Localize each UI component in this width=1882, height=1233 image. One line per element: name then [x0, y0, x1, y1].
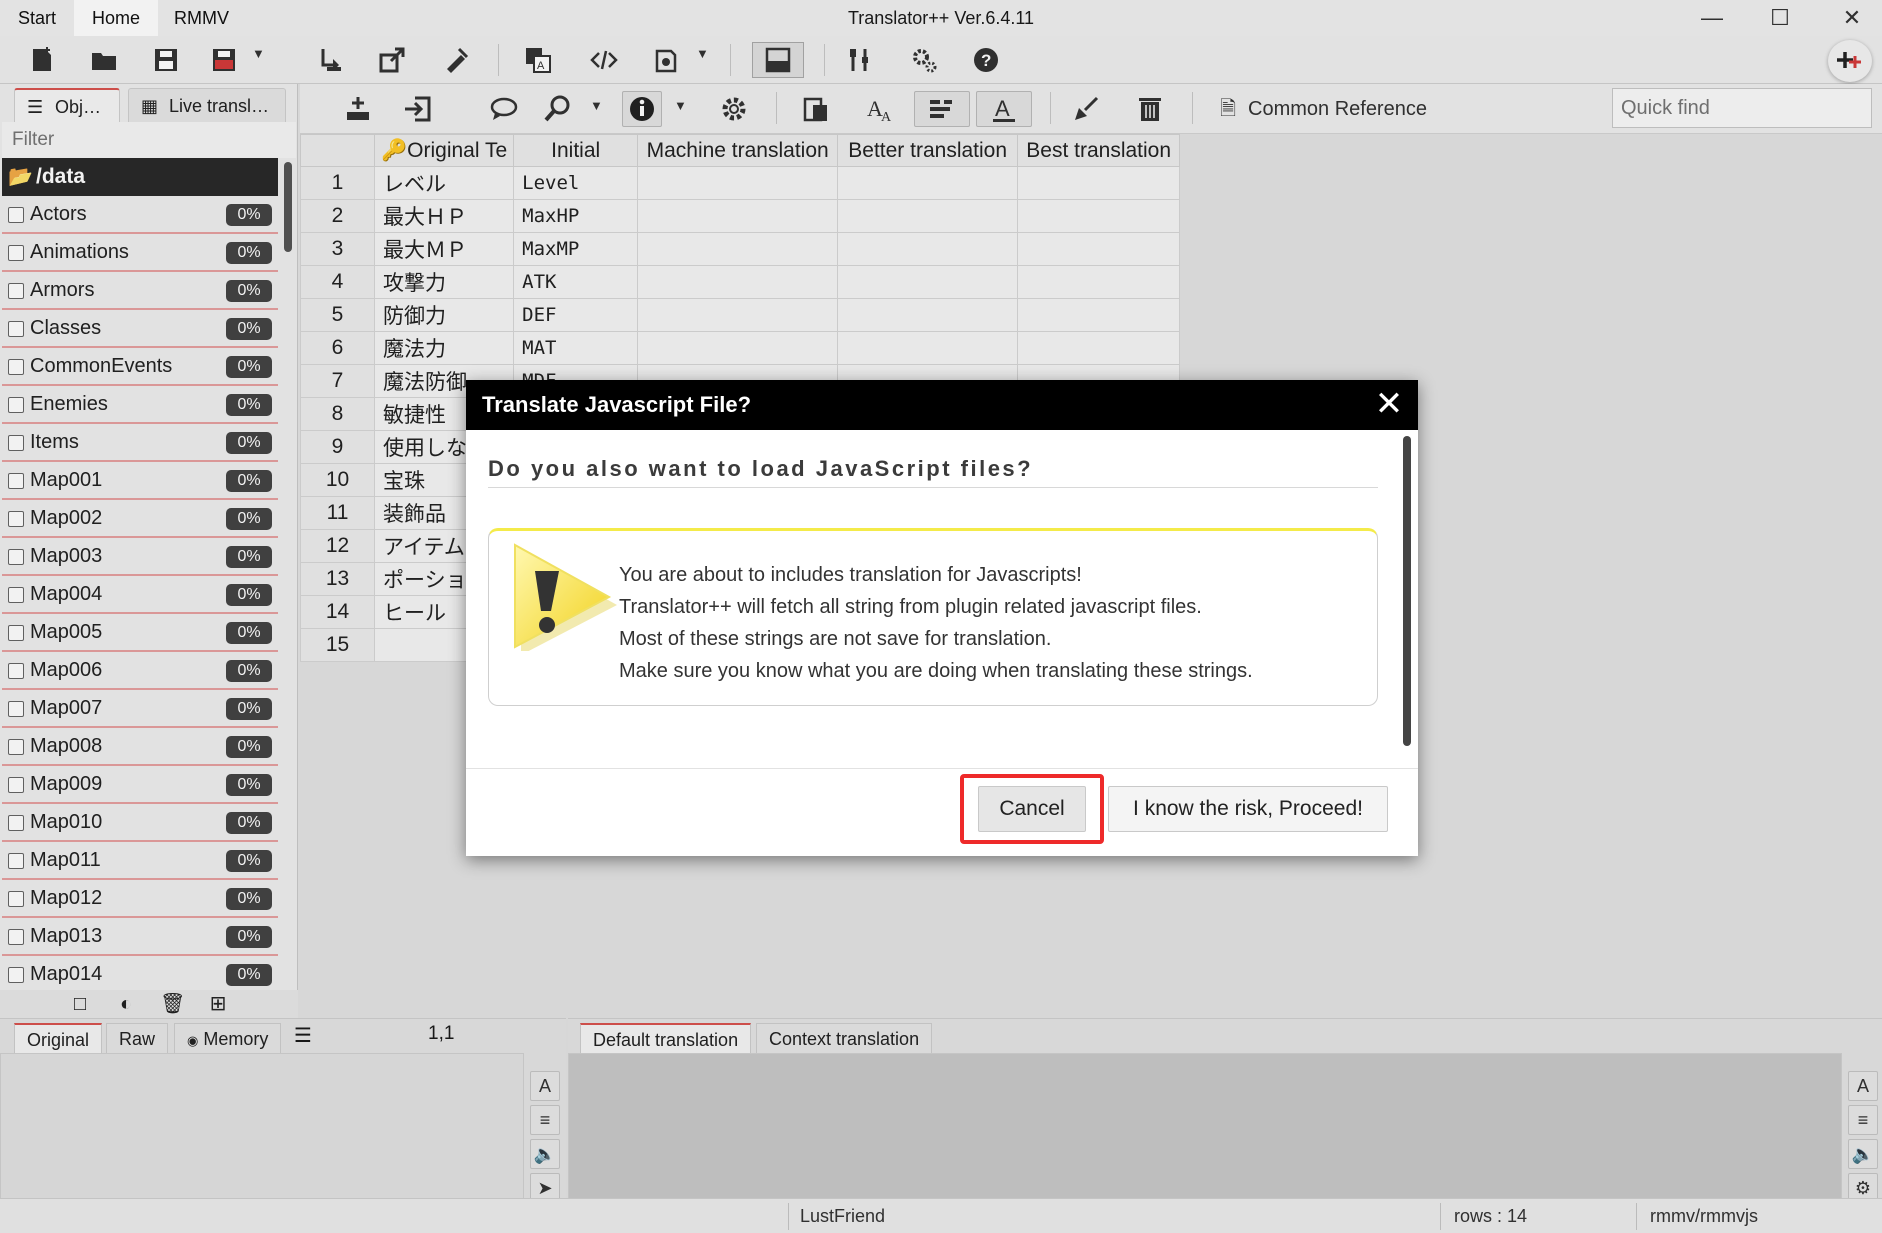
warning-text: You are about to includes translation fo… [619, 559, 1253, 687]
dialog-title: Translate Javascript File? [466, 380, 1418, 430]
dialog-scrollbar[interactable] [1403, 436, 1411, 746]
warning-line: Most of these strings are not save for t… [619, 628, 1052, 650]
warning-box: You are about to includes translation fo… [488, 528, 1378, 706]
cancel-button[interactable]: Cancel [978, 786, 1086, 832]
warning-line: Make sure you know what you are doing wh… [619, 660, 1253, 682]
warning-line: You are about to includes translation fo… [619, 564, 1082, 586]
close-icon[interactable]: ✕ [1374, 387, 1404, 421]
warning-icon [514, 543, 617, 651]
proceed-button[interactable]: I know the risk, Proceed! [1108, 786, 1388, 832]
dialog-footer-divider [466, 768, 1418, 769]
javascript-confirm-dialog: Translate Javascript File? ✕ Do you also… [466, 380, 1418, 856]
warning-line: Translator++ will fetch all string from … [619, 596, 1202, 618]
dialog-heading: Do you also want to load JavaScript file… [488, 456, 1378, 488]
